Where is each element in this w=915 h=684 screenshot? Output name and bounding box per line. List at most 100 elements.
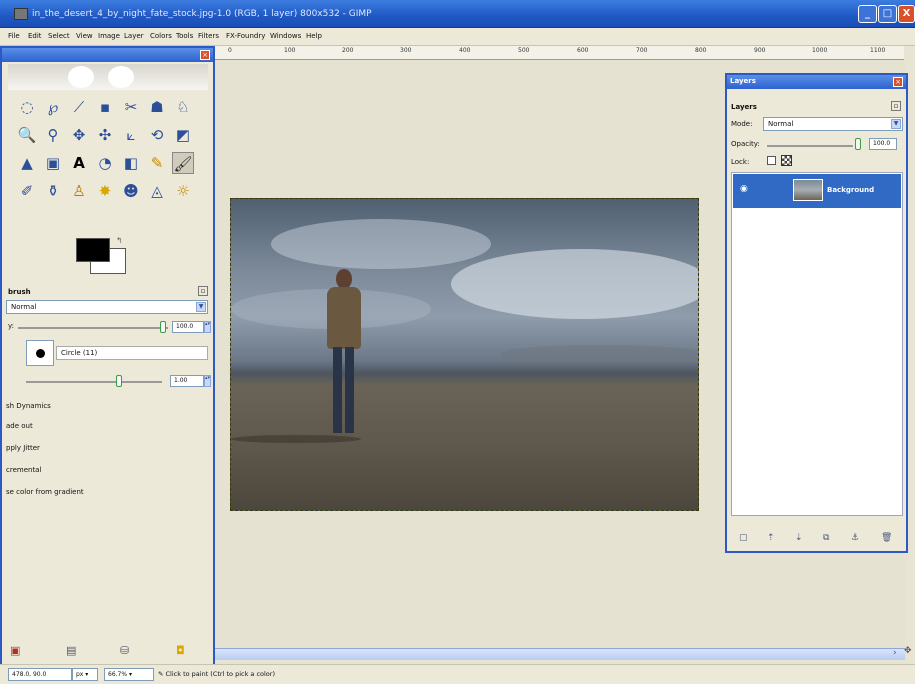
magic-wand-icon[interactable]: ⟋ [68,96,90,118]
lock-pixels-checkbox[interactable] [767,156,776,165]
delete-options-icon[interactable]: ⛁ [120,644,129,657]
mode-select[interactable]: Normal ▼ [6,300,208,314]
layers-opacity-slider-track[interactable] [767,145,853,147]
blend-icon[interactable]: ◧ [120,152,142,174]
toolbox-close-icon[interactable]: × [200,50,210,60]
scale-spinbox[interactable]: 1.00 [170,375,204,387]
maximize-button[interactable]: □ [878,5,897,23]
opacity-spinbox[interactable]: 100.0 [172,321,204,333]
paintbrush-icon[interactable]: 🖌 [172,152,194,174]
burn-icon[interactable]: ☼ [172,180,194,202]
color-select-icon[interactable]: ▪ [94,96,116,118]
menu-colors[interactable]: Colors [150,32,172,40]
option-apply-jitter[interactable]: pply Jitter [6,444,40,452]
layers-opacity-slider-handle[interactable] [855,138,861,150]
toolbox-titlebar[interactable]: × [2,48,213,62]
airbrush-icon[interactable]: ✐ [16,180,38,202]
scale-icon[interactable]: ▣ [42,152,64,174]
measure-icon[interactable]: ⚲ [42,124,64,146]
wilber-drop-area[interactable] [8,64,208,90]
opacity-slider-track[interactable] [18,327,168,329]
ruler-label: 900 [754,47,766,54]
scale-spin-arrows[interactable]: ▴▾ [204,375,211,387]
ink-icon[interactable]: ✸ [94,180,116,202]
clone-icon[interactable]: ⚱ [42,180,64,202]
scroll-right-icon[interactable]: › [893,648,897,658]
lock-alpha-icon[interactable] [781,155,792,166]
scale-slider-track[interactable] [26,381,162,383]
layers-bottom-bar: ▢ ⇡ ⇣ ⧉ ⚓ 🗑 [731,531,903,549]
lasso-icon[interactable]: ℘ [42,96,64,118]
move-icon[interactable]: ✥ [68,124,90,146]
scale-slider-handle[interactable] [116,375,122,387]
paths-icon[interactable]: ☗ [146,96,168,118]
dodge-icon[interactable]: ◬ [146,180,168,202]
layers-list[interactable]: ◉ Background [731,172,903,516]
tool-options-menu-icon[interactable]: ▫ [198,286,208,296]
flip-icon[interactable]: ▲ [16,152,38,174]
opacity-slider-handle[interactable] [160,321,166,333]
menu-file[interactable]: File [8,32,20,40]
heal-icon[interactable]: ♙ [68,180,90,202]
anchor-layer-icon[interactable]: ⚓ [851,533,859,543]
rect-select-icon[interactable]: ◌ [16,96,38,118]
menu-help[interactable]: Help [306,32,322,40]
layers-titlebar[interactable]: Layers × [727,75,906,89]
visibility-eye-icon[interactable]: ◉ [740,184,748,194]
smudge-icon[interactable]: ☻ [120,180,142,202]
horizontal-scrollbar[interactable] [215,648,905,660]
layers-close-icon[interactable]: × [893,77,903,87]
delete-layer-icon[interactable]: 🗑 [881,533,892,543]
layer-row[interactable]: ◉ Background [733,174,901,208]
zoom-select[interactable]: 66.7% ▾ [104,668,154,681]
menu-view[interactable]: View [76,32,93,40]
option-brush-dynamics[interactable]: sh Dynamics [6,402,51,410]
scissors-icon[interactable]: ✂ [120,96,142,118]
menu-layer[interactable]: Layer [124,32,144,40]
option-fade-out[interactable]: ade out [6,422,33,430]
option-color-from-gradient[interactable]: se color from gradient [6,488,84,496]
chevron-down-icon[interactable]: ▼ [891,119,901,129]
menu-windows[interactable]: Windows [270,32,301,40]
crop-icon[interactable]: ⟀ [120,124,142,146]
new-layer-icon[interactable]: ▢ [739,533,748,543]
close-button[interactable]: X [898,5,915,23]
layer-name[interactable]: Background [827,186,874,194]
reset-options-icon[interactable]: ◘ [176,644,185,657]
text-icon[interactable]: A [68,152,90,174]
menu-edit[interactable]: Edit [28,32,42,40]
layers-opacity-spinbox[interactable]: 100.0 [869,138,897,150]
opacity-spin-arrows[interactable]: ▴▾ [204,321,211,333]
option-incremental[interactable]: cremental [6,466,41,474]
layers-mode-select[interactable]: Normal ▼ [763,117,903,131]
foreground-color-swatch[interactable] [76,238,110,262]
color-picker-icon[interactable]: ♘ [172,96,194,118]
minimize-button[interactable]: _ [858,5,877,23]
fg-bg-colors[interactable]: ↰ [76,236,130,278]
align-icon[interactable]: ✣ [94,124,116,146]
layers-menu-icon[interactable]: ▫ [891,101,901,111]
perspective-icon[interactable]: ◩ [172,124,194,146]
zoom-icon[interactable]: 🔍 [16,124,38,146]
menu-select[interactable]: Select [48,32,70,40]
menu-filters[interactable]: Filters [198,32,219,40]
lower-layer-icon[interactable]: ⇣ [795,533,803,543]
pencil-icon[interactable]: ✎ [146,152,168,174]
raise-layer-icon[interactable]: ⇡ [767,533,775,543]
navigate-icon[interactable]: ✥ [904,646,912,656]
save-options-icon[interactable]: ▣ [10,644,20,657]
bucket-fill-icon[interactable]: ◔ [94,152,116,174]
brush-name-field[interactable]: Circle (11) [56,346,208,360]
rotate-icon[interactable]: ⟲ [146,124,168,146]
unit-select[interactable]: px ▾ [72,668,98,681]
menu-tools[interactable]: Tools [176,32,193,40]
menu-fx-foundry[interactable]: FX-Foundry [226,32,265,40]
restore-options-icon[interactable]: ▤ [66,644,76,657]
ruler-label: 700 [636,47,648,54]
chevron-down-icon[interactable]: ▼ [196,302,206,312]
duplicate-layer-icon[interactable]: ⧉ [823,533,829,543]
swap-colors-icon[interactable]: ↰ [116,236,123,245]
brush-preview[interactable] [26,340,54,366]
menu-image[interactable]: Image [98,32,120,40]
image-canvas[interactable] [230,198,699,511]
